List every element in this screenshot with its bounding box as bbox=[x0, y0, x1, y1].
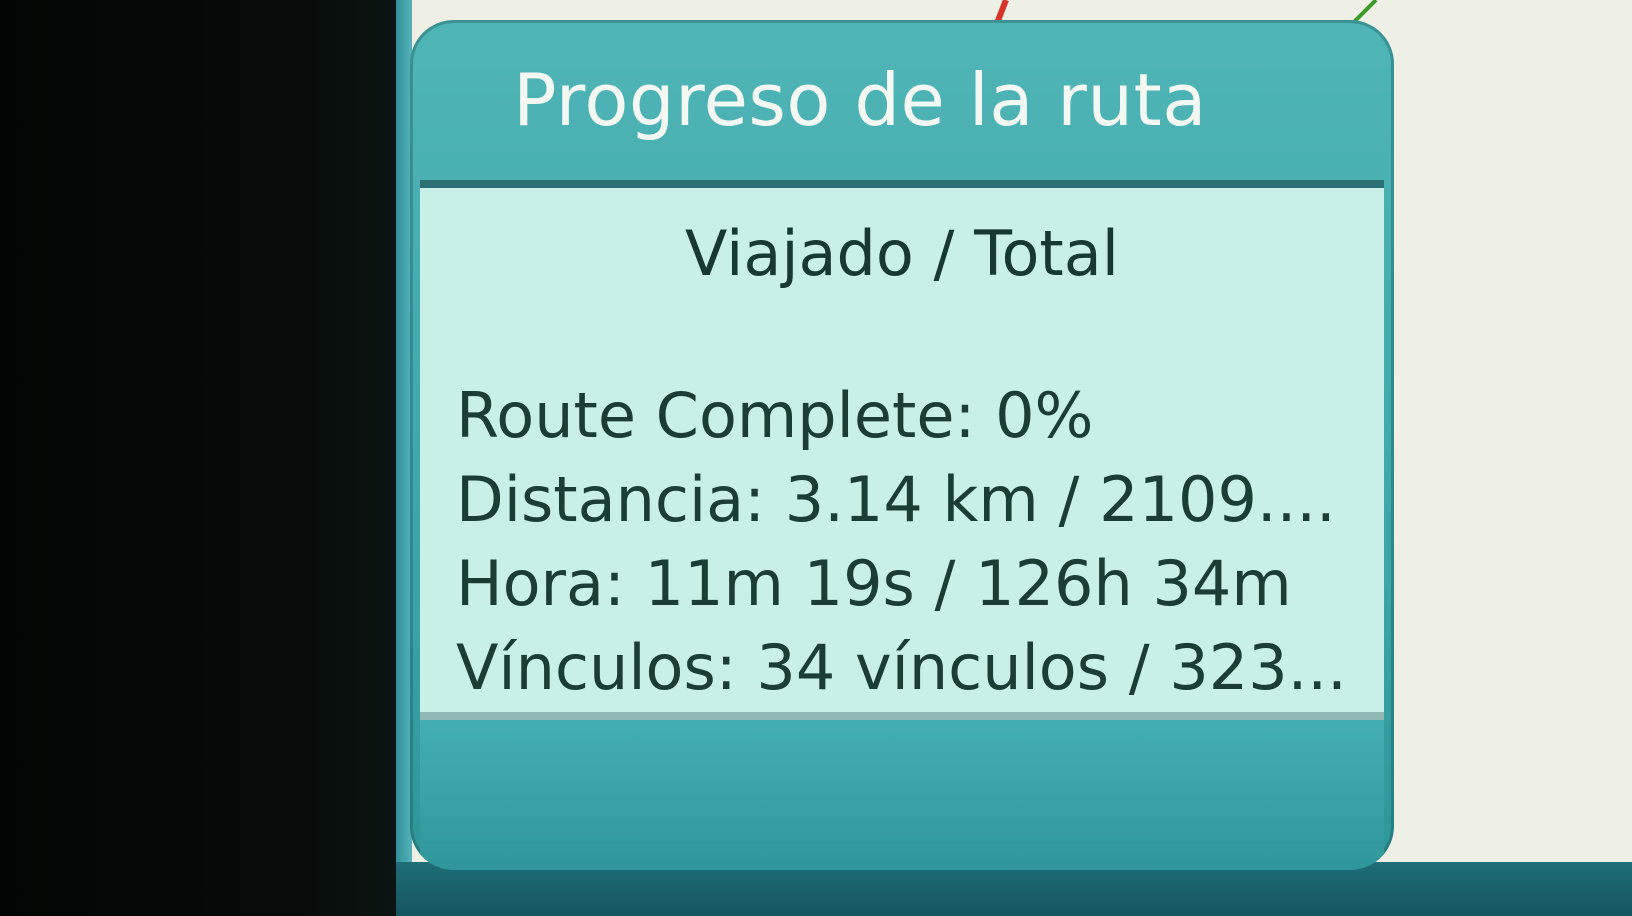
links-stat: Vínculos: 34 vínculos / 323... bbox=[456, 631, 1347, 704]
time-stat: Hora: 11m 19s / 126h 34m bbox=[456, 547, 1292, 620]
dialog-footer[interactable] bbox=[420, 720, 1384, 870]
distance-stat: Distancia: 3.14 km / 2109.... bbox=[456, 463, 1336, 536]
device-screen: Progreso de la ruta Viajado / Total Rout… bbox=[396, 0, 1632, 916]
route-info-panel: Viajado / Total Route Complete: 0% Dista… bbox=[420, 180, 1384, 720]
bottom-toolbar bbox=[396, 862, 1632, 916]
device-bezel bbox=[0, 0, 396, 916]
dialog-title: Progreso de la ruta bbox=[513, 58, 1207, 142]
traveled-total-heading: Viajado / Total bbox=[685, 217, 1119, 290]
route-progress-dialog: Progreso de la ruta Viajado / Total Rout… bbox=[410, 20, 1394, 870]
route-complete-stat: Route Complete: 0% bbox=[456, 379, 1094, 452]
route-stats-list: Route Complete: 0% Distancia: 3.14 km / … bbox=[456, 374, 1376, 710]
